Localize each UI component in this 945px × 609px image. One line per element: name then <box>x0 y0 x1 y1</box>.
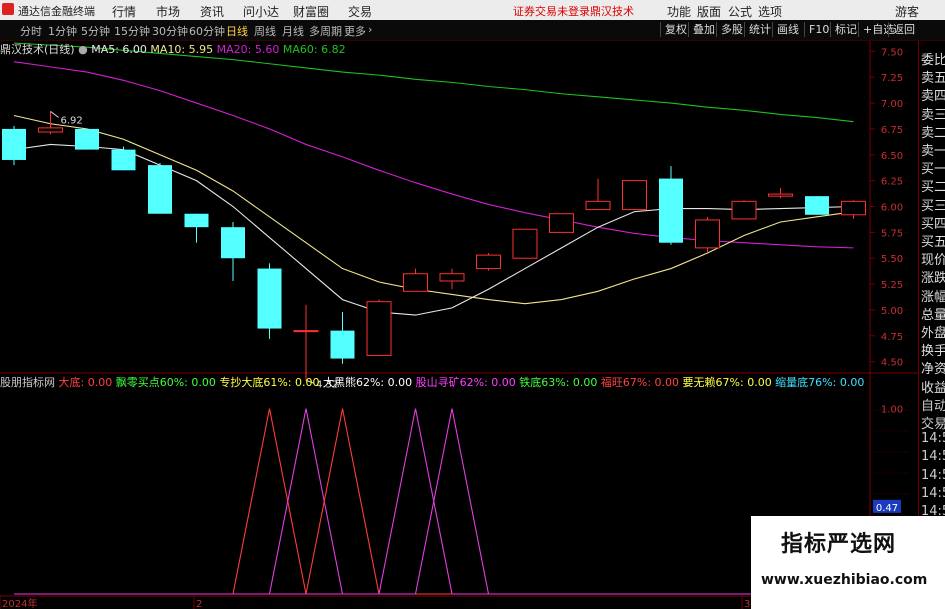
price-label: 6.50 <box>881 151 903 162</box>
ma20-line <box>13 61 854 249</box>
indicator-legend: 股朋指标网 大底: 0.00 飘零买点60%: 0.00 专抄大底61%: 0.… <box>0 374 865 389</box>
candle-body <box>111 149 136 171</box>
candle-body <box>768 193 793 197</box>
candle-body <box>330 330 355 359</box>
date-label: 3 <box>744 599 750 609</box>
indicator-legend-item: 大底: 0.00 <box>58 376 113 389</box>
watermark-title: 指标严选网 <box>781 532 897 557</box>
side-panel-item[interactable]: 14:56 <box>921 431 945 446</box>
candle-body <box>695 219 720 249</box>
side-panel-item[interactable]: 卖三 <box>921 104 945 123</box>
watermark-url: www.xuezhibiao.com <box>761 572 928 588</box>
side-panel-item[interactable]: 买三 <box>921 195 945 214</box>
price-label: 4.75 <box>881 332 903 343</box>
price-label: 7.25 <box>881 73 903 84</box>
candle-body <box>549 213 574 233</box>
settings-circle-icon[interactable]: ● <box>78 43 88 56</box>
side-panel-item[interactable]: 14:56 <box>921 486 945 501</box>
candle-body <box>221 227 245 259</box>
indicator-value-label: 0.47 <box>876 503 898 514</box>
indicator-legend-item: 股山寻矿62%: 0.00 <box>412 376 516 389</box>
price-label: 7.50 <box>881 47 903 58</box>
side-panel-item[interactable]: 14:56 <box>921 449 945 464</box>
side-panel-item[interactable]: 自动 <box>921 395 945 414</box>
legend-ma60: MA60: 6.82 <box>282 43 346 56</box>
price-label: 5.25 <box>881 280 903 291</box>
candle-body <box>75 128 99 150</box>
price-label: 6.75 <box>881 125 903 136</box>
candle-body <box>184 213 209 228</box>
legend-ma20: MA20: 5.60 <box>216 43 280 56</box>
side-panel-item[interactable]: 买二 <box>921 176 945 195</box>
price-label: 6.00 <box>881 203 903 214</box>
high-label: 6.92 <box>61 115 83 126</box>
candle-body <box>293 330 319 333</box>
side-panel-item[interactable]: 交易 <box>921 413 945 432</box>
indicator-legend-item: 铁底63%: 0.00 <box>515 376 598 389</box>
indicator-legend-item: 缩量底76%: 0.00 <box>771 376 865 389</box>
side-panel-item[interactable]: 买一 <box>921 158 945 177</box>
indicator-legend-item: 专抄大底61%: 0.00 <box>215 376 320 389</box>
side-panel-item[interactable]: 买四 <box>921 213 945 232</box>
side-panel-item[interactable]: 现价 <box>921 249 945 268</box>
candle-body <box>257 268 282 329</box>
indicator-axis-label: 1.00 <box>881 405 903 416</box>
side-panel-item[interactable]: 卖一 <box>921 140 945 159</box>
side-panel-item[interactable]: 14:56 <box>921 468 945 483</box>
candle-body <box>659 178 683 243</box>
candle-body <box>403 273 428 292</box>
price-label: 4.50 <box>881 358 903 369</box>
price-label: 5.75 <box>881 228 903 239</box>
side-panel-item[interactable]: 买五 <box>921 231 945 250</box>
candle-body <box>38 127 63 133</box>
side-panel-item[interactable]: 换手 <box>921 340 945 359</box>
candle-body <box>476 254 501 270</box>
price-label: 7.00 <box>881 99 903 110</box>
watermark: 指标严选网 www.xuezhibiao.com <box>751 516 945 609</box>
legend-ma10: MA10: 5.95 <box>150 43 214 56</box>
stock-name: 鼎汉技术(日线) <box>0 43 75 56</box>
side-panel-item[interactable]: 涨跌 <box>921 267 945 286</box>
ma5-line <box>13 143 854 316</box>
side-panel-item[interactable]: 总量 <box>921 304 945 323</box>
indicator-title: 股朋指标网 <box>0 376 55 389</box>
candle-body <box>585 200 611 211</box>
price-label: 6.25 <box>881 177 903 188</box>
legend-ma5: MA5: 6.00 <box>91 43 147 56</box>
ma-legend: 鼎汉技术(日线) ● MA5: 6.00 MA10: 5.95 MA20: 5.… <box>0 41 346 56</box>
candle-body <box>512 228 538 259</box>
candle-body <box>366 301 392 356</box>
candle-body <box>622 180 647 211</box>
candle-body <box>2 128 26 160</box>
candle-body <box>439 273 465 282</box>
side-panel-item[interactable]: 卖四 <box>921 85 945 104</box>
candle-body <box>148 165 172 214</box>
indicator-line <box>14 408 854 595</box>
side-panel-item[interactable]: 涨幅 <box>921 286 945 305</box>
candle-body <box>731 200 757 220</box>
date-label: 2 <box>196 599 202 609</box>
candle-body <box>805 196 829 215</box>
price-label: 5.00 <box>881 306 903 317</box>
indicator-legend-item: 大黑熊62%: 0.00 <box>319 376 413 389</box>
indicator-legend-item: 飘零买点60%: 0.00 <box>112 376 216 389</box>
side-panel-item[interactable]: 净资 <box>921 358 945 377</box>
indicator-legend-item: 要无赖67%: 0.00 <box>679 376 772 389</box>
price-label: 5.50 <box>881 254 903 265</box>
high-pointer <box>50 110 59 118</box>
side-panel-item[interactable]: 收益 <box>921 377 945 396</box>
indicator-legend-item: 福旺67%: 0.00 <box>597 376 680 389</box>
candle-body <box>841 200 866 216</box>
side-panel-item[interactable]: 卖五 <box>921 67 945 86</box>
date-label: 2024年 <box>2 597 37 609</box>
side-panel-item[interactable]: 卖二 <box>921 122 945 141</box>
side-panel-item[interactable]: 外盘 <box>921 322 945 341</box>
side-panel-item[interactable]: 委比 <box>921 49 945 68</box>
